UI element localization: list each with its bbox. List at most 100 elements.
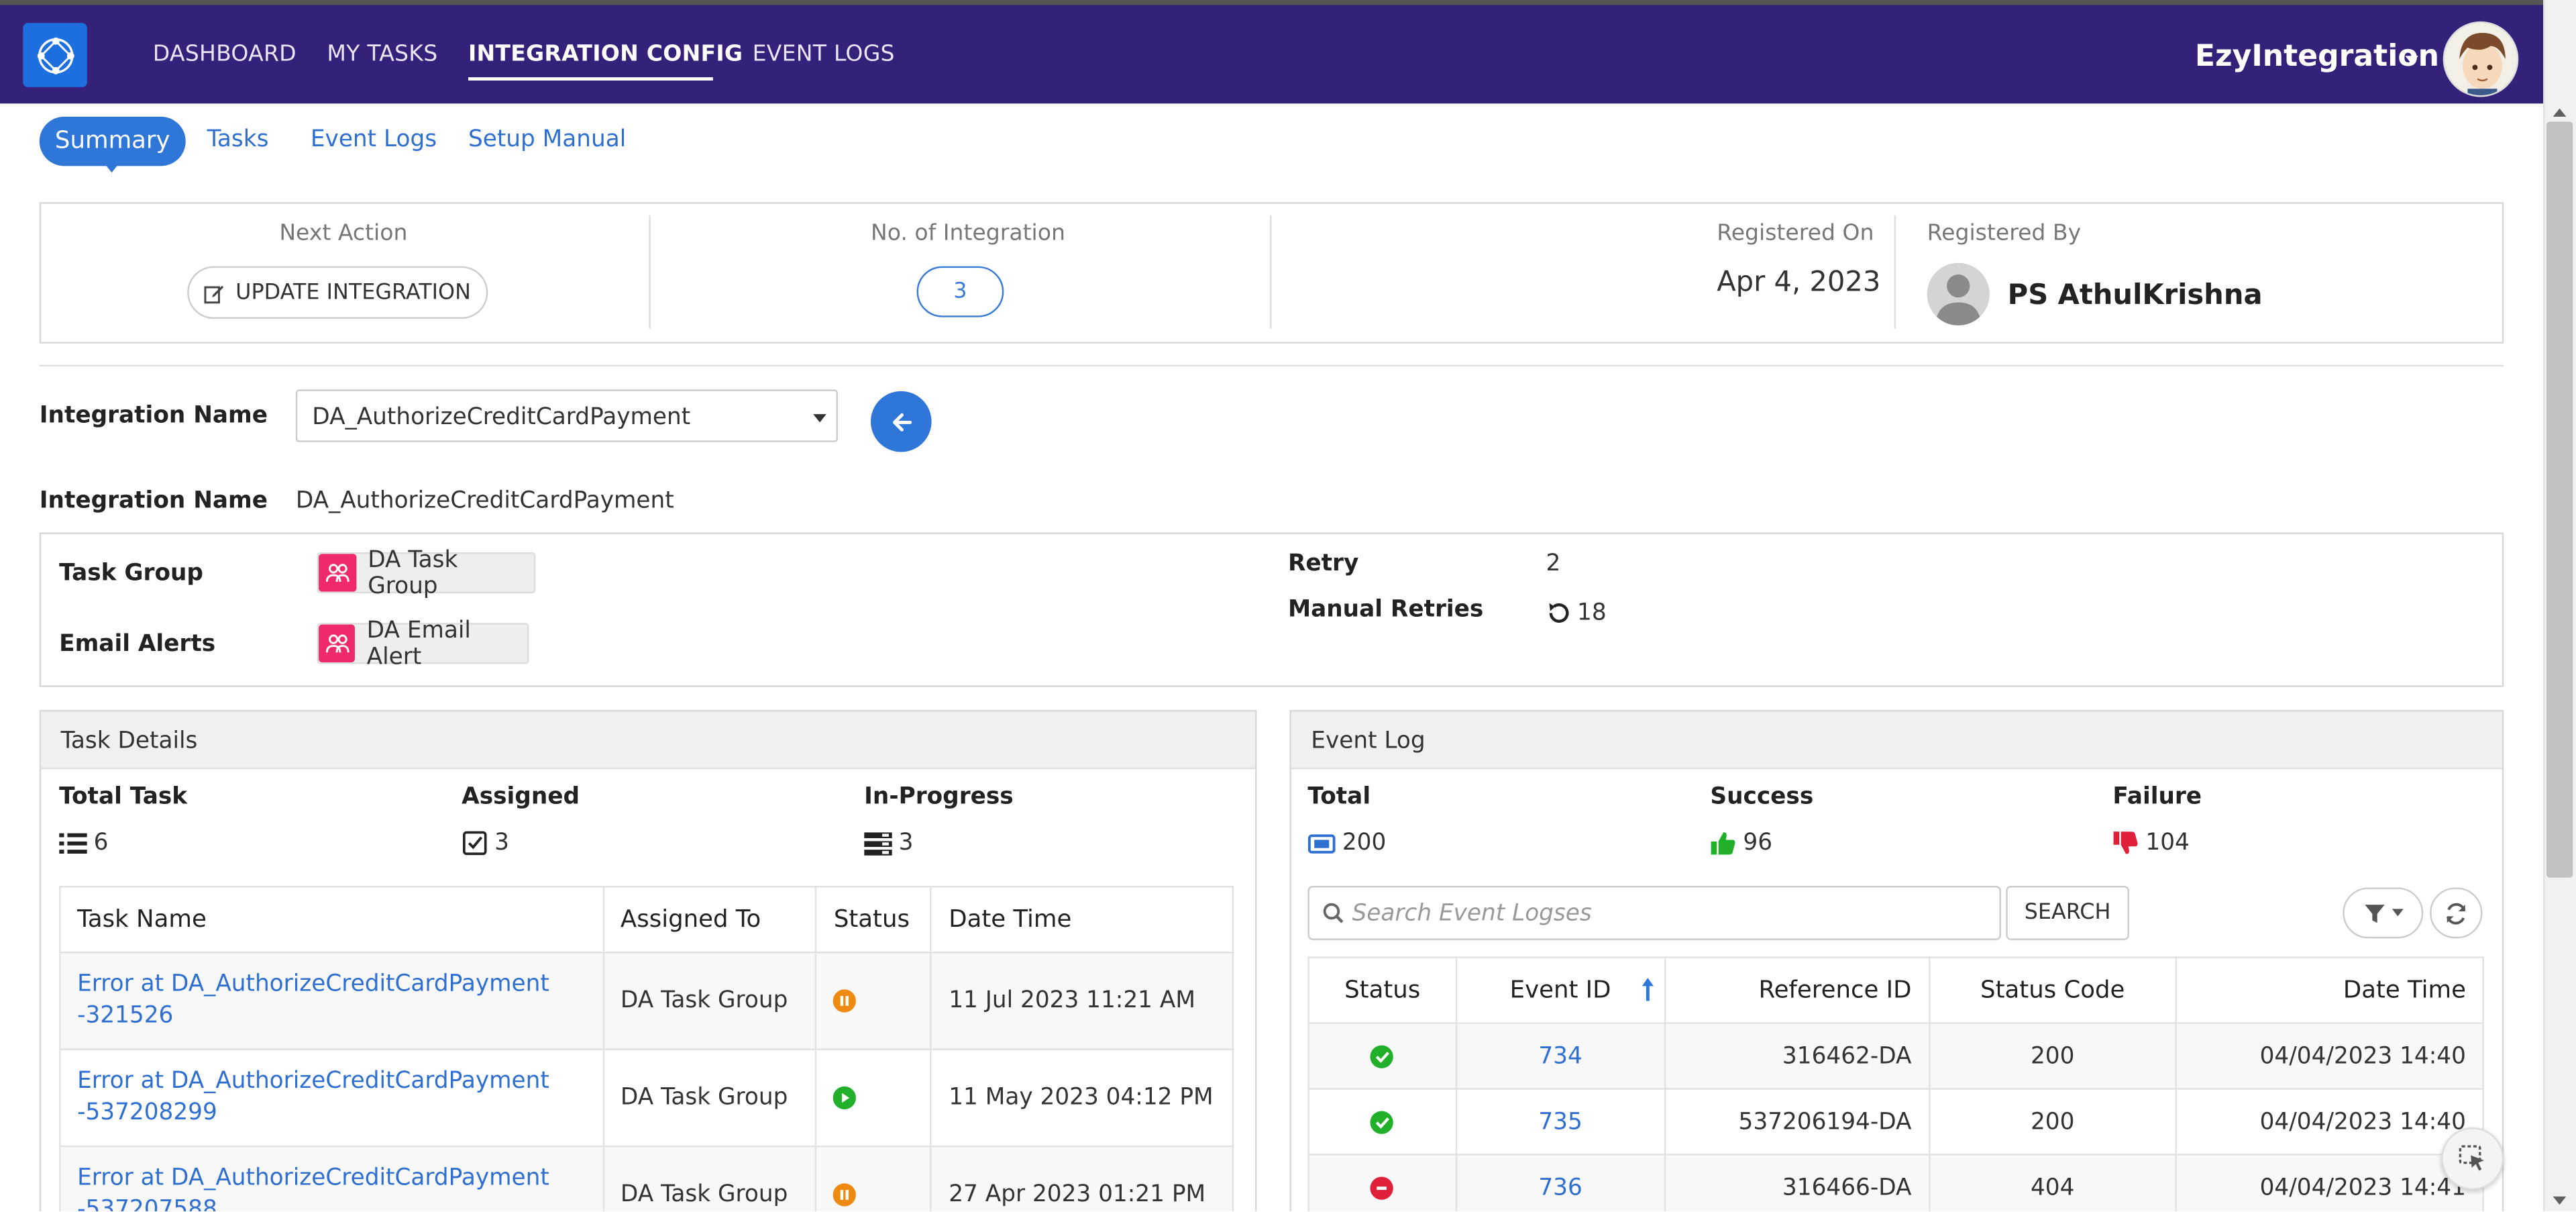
- task-table: Task Name Assigned To Status Date Time E…: [59, 886, 1234, 1211]
- sort-ascending-icon[interactable]: [1641, 976, 1654, 1003]
- task-status: [815, 1048, 932, 1148]
- event-search-input[interactable]: Search Event Logses: [1307, 886, 2001, 940]
- integration-name-value: DA_AuthorizeCreditCardPayment: [295, 488, 674, 515]
- event-status-code: 404: [1927, 1154, 2178, 1211]
- refresh-button[interactable]: [2430, 887, 2483, 939]
- integration-select-label: Integration Name: [39, 403, 268, 430]
- integration-count-badge[interactable]: 3: [916, 266, 1004, 317]
- task-assigned-to: DA Task Group: [602, 951, 818, 1050]
- column-header-status[interactable]: Status: [1307, 956, 1458, 1024]
- task-status: [815, 951, 932, 1050]
- cursor-select-icon: [2459, 1145, 2484, 1171]
- task-name-link[interactable]: Error at DA_AuthorizeCreditCardPayment -5…: [59, 1048, 604, 1148]
- update-integration-label: UPDATE INTEGRATION: [235, 280, 471, 305]
- retry-label: Retry: [1288, 550, 1359, 577]
- event-log-header: Event Log: [1291, 711, 2502, 770]
- user-avatar-icon: [2445, 23, 2517, 96]
- chevron-down-icon[interactable]: [2405, 56, 2418, 64]
- email-alert-chip[interactable]: DA Email Alert: [317, 617, 529, 670]
- tab-tasks[interactable]: Tasks: [207, 127, 269, 153]
- event-date-time: 04/04/2023 14:40: [2176, 1088, 2484, 1156]
- update-integration-button[interactable]: UPDATE INTEGRATION: [187, 266, 488, 319]
- nav-dashboard[interactable]: DASHBOARD: [153, 41, 297, 67]
- tab-setup-manual[interactable]: Setup Manual: [468, 127, 626, 153]
- inprogress-value: 3: [898, 829, 914, 856]
- registered-by-name: PS AthulKrishna: [2007, 279, 2263, 313]
- column-header-assigned-to[interactable]: Assigned To: [602, 886, 818, 954]
- group-icon: [319, 554, 357, 592]
- task-group-value: DA Task Group: [368, 546, 458, 599]
- top-navbar: DASHBOARD MY TASKS INTEGRATION CONFIG EV…: [0, 0, 2544, 104]
- total-task-stat: 6: [59, 830, 108, 856]
- thumbs-down-icon: [2113, 831, 2138, 854]
- arrow-left-icon: [892, 412, 911, 431]
- task-assigned-to: DA Task Group: [602, 1145, 818, 1211]
- scroll-up-icon[interactable]: [2553, 108, 2567, 117]
- task-name-link[interactable]: Error at DA_AuthorizeCreditCardPayment -3…: [59, 951, 604, 1050]
- column-header-event-id[interactable]: Event ID: [1455, 956, 1666, 1024]
- event-id-link[interactable]: 734: [1455, 1022, 1666, 1090]
- back-button[interactable]: [870, 391, 932, 452]
- minus-circle-icon: [1371, 1176, 1394, 1199]
- registered-on-label: Registered On: [1717, 220, 1874, 247]
- column-header-date-time[interactable]: Date Time: [930, 886, 1234, 954]
- event-reference-id: 537206194-DA: [1664, 1088, 1930, 1156]
- pause-icon: [833, 1183, 857, 1207]
- event-status: [1307, 1022, 1458, 1090]
- event-status: [1307, 1154, 1458, 1211]
- registered-by-label: Registered By: [1927, 220, 2082, 247]
- failure-value: 104: [2145, 829, 2190, 856]
- search-button[interactable]: SEARCH: [2006, 886, 2129, 940]
- nav-integration-config[interactable]: INTEGRATION CONFIG: [468, 41, 743, 67]
- task-date-time: 27 Apr 2023 01:21 PM: [930, 1145, 1234, 1211]
- event-reference-id: 316462-DA: [1664, 1022, 1930, 1090]
- assigned-stat: 3: [462, 830, 509, 856]
- floating-select-button[interactable]: [2441, 1127, 2504, 1191]
- nav-event-logs[interactable]: EVENT LOGS: [753, 41, 895, 67]
- table-row: 734 316462-DA 200 04/04/2023 14:40: [1307, 1022, 2484, 1090]
- integration-select[interactable]: DA_AuthorizeCreditCardPayment: [295, 389, 838, 442]
- brand-menu[interactable]: EzyIntegration: [2195, 40, 2439, 74]
- event-id-link[interactable]: 736: [1455, 1154, 1666, 1211]
- email-alerts-label: Email Alerts: [59, 631, 216, 658]
- column-header-status-code[interactable]: Status Code: [1927, 956, 2178, 1024]
- scrollbar-thumb[interactable]: [2546, 121, 2573, 878]
- column-header-status[interactable]: Status: [815, 886, 932, 954]
- filter-button[interactable]: [2343, 887, 2424, 939]
- section-divider: [39, 364, 2504, 367]
- tab-event-logs[interactable]: Event Logs: [311, 127, 437, 153]
- failure-stat: 104: [2112, 829, 2190, 856]
- edit-icon: [205, 285, 225, 303]
- checkbox-icon: [463, 831, 487, 856]
- retry-icon: [1549, 603, 1569, 623]
- summary-divider: [1270, 215, 1272, 329]
- app-logo[interactable]: [23, 23, 87, 87]
- integration-name-label: Integration Name: [39, 488, 268, 515]
- event-id-link[interactable]: 735: [1455, 1088, 1666, 1156]
- integration-logo-icon: [36, 36, 74, 74]
- event-id-header-label: Event ID: [1509, 976, 1611, 1004]
- column-header-task-name[interactable]: Task Name: [59, 886, 604, 954]
- total-events-value: 200: [1342, 829, 1387, 856]
- task-name-link[interactable]: Error at DA_AuthorizeCreditCardPayment -5…: [59, 1145, 604, 1211]
- no-of-integration-label: No. of Integration: [870, 220, 1065, 247]
- table-row: Error at DA_AuthorizeCreditCardPayment -5…: [59, 1145, 1234, 1211]
- tab-summary[interactable]: Summary: [39, 116, 186, 166]
- event-reference-id: 316466-DA: [1664, 1154, 1930, 1211]
- total-task-value: 6: [93, 829, 109, 856]
- summary-divider: [649, 215, 651, 329]
- event-status-code: 200: [1927, 1088, 2178, 1156]
- task-group-chip[interactable]: DA Task Group: [317, 546, 536, 599]
- play-icon: [833, 1086, 857, 1110]
- ticket-icon: [1307, 834, 1336, 853]
- nav-my-tasks[interactable]: MY TASKS: [327, 41, 437, 67]
- thumbs-up-icon: [1711, 832, 1735, 855]
- task-date-time: 11 Jul 2023 11:21 AM: [930, 951, 1234, 1050]
- table-row: Error at DA_AuthorizeCreditCardPayment -3…: [59, 951, 1234, 1050]
- refresh-icon: [2447, 902, 2466, 924]
- column-header-reference-id[interactable]: Reference ID: [1664, 956, 1930, 1024]
- success-value: 96: [1743, 829, 1773, 856]
- scroll-down-icon[interactable]: [2553, 1196, 2567, 1205]
- column-header-date-time[interactable]: Date Time: [2176, 956, 2484, 1024]
- user-avatar[interactable]: [2443, 21, 2519, 97]
